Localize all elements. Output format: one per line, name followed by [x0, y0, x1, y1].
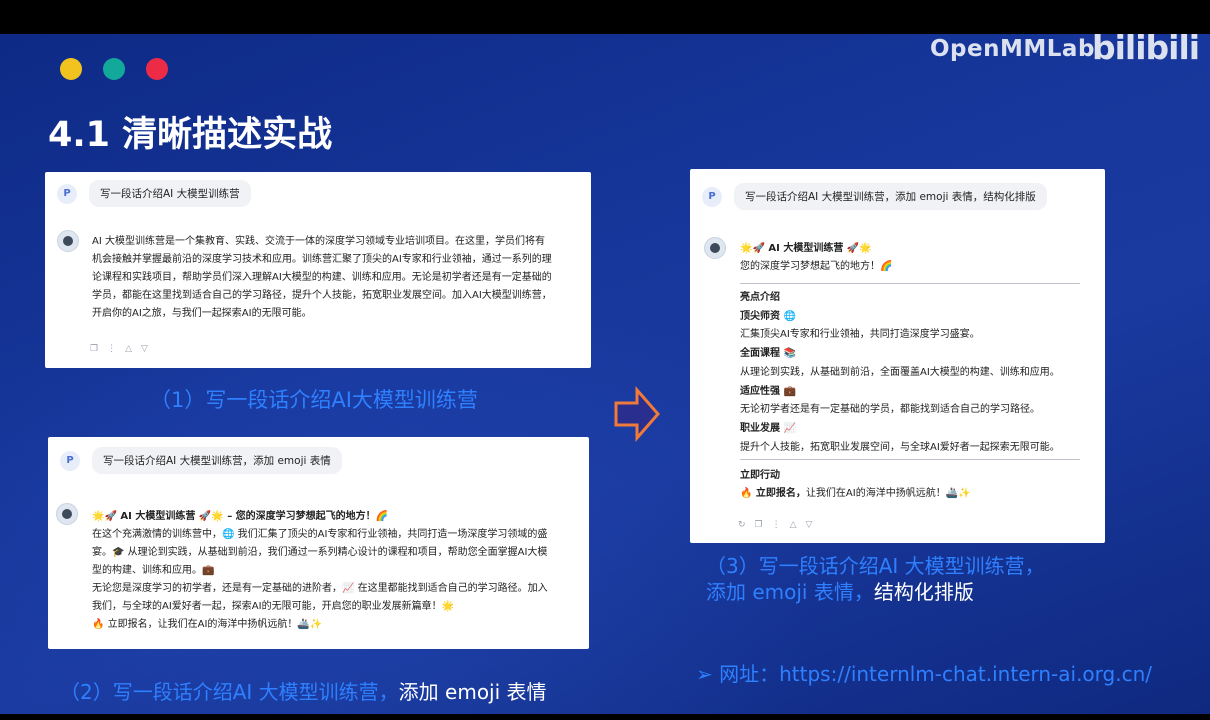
action-line: 🔥 立即报名，让我们在AI的海洋中扬帆远航！🚢✨ [740, 485, 971, 503]
response-line: 论课程和实践项目，帮助学员们深入理解AI大模型的构建、训练和应用。无论是初学者还… [92, 272, 552, 283]
top-letterbox [0, 0, 1210, 34]
response-text: AI 大模型训练营是一个集教育、实践、交流于一体的深度学习领域专业培训项目。在这… [92, 233, 552, 323]
caption-3-line1: （3）写一段话介绍AI 大模型训练营， [706, 554, 1045, 578]
caption-3-main: 添加 emoji 表情， [706, 580, 874, 604]
caption-2: （2）写一段话介绍AI 大模型训练营，添加 emoji 表情 [60, 676, 547, 705]
bot-avatar [57, 230, 79, 252]
highlight-text: 无论初学者还是有一定基础的学员，都能找到适合自己的学习路径。 [740, 404, 1040, 416]
response-line: 机会接触并掌握最前沿的深度学习技术和应用。训练营汇聚了顶尖的AI专家和行业领袖，… [92, 254, 552, 265]
url-line: ➢ 网址：https://internlm-chat.intern-ai.org… [696, 658, 1152, 687]
response-actions: ❐ ⋮ △ ▽ [90, 344, 148, 354]
arrow-right-icon [614, 386, 660, 442]
thumbs-up-icon[interactable]: △ [790, 520, 797, 530]
teal-dot [103, 58, 125, 80]
yellow-dot [60, 58, 82, 80]
prompt-bubble: 写一段话介绍AI 大模型训练营，添加 emoji 表情 [92, 447, 342, 474]
user-prompt-row: P 写一段话介绍AI 大模型训练营，添加 emoji 表情，结构化排版 [702, 183, 1047, 210]
user-prompt-row: P 写一段话介绍AI 大模型训练营 [57, 180, 251, 207]
response-line: 无论您是深度学习的初学者，还是有一定基础的进阶者，📈 在这里都能找到适合自己的学… [92, 583, 548, 594]
brand-logo-text: OpenMMLab [930, 36, 1095, 62]
url-prefix: ➢ 网址： [696, 662, 780, 686]
slide: OpenMMLab bilibili 4.1 清晰描述实战 P 写一段话介绍AI… [0, 34, 1210, 714]
action-bold: 🔥 立即报名， [740, 488, 806, 499]
highlight-title: 适应性强 💼 [740, 385, 796, 397]
highlights-section: 亮点介绍 顶尖师资 🌐 汇集顶尖AI专家和行业领袖，共同打造深度学习盛宴。 全面… [740, 289, 1060, 457]
user-avatar: P [60, 450, 80, 471]
highlight-text: 提升个人技能，拓宽职业发展空间，与全球AI爱好者一起探索无限可能。 [740, 441, 1060, 453]
highlight-title: 职业发展 📈 [740, 422, 796, 434]
section-title: 亮点介绍 [740, 292, 780, 303]
response-actions: ↻ ❐ ⋮ △ ▽ [738, 520, 812, 530]
bot-avatar [56, 503, 78, 525]
chat-card-2: P 写一段话介绍AI 大模型训练营，添加 emoji 表情 🌟🚀 AI 大模型训… [48, 437, 589, 649]
chat-card-3: P 写一段话介绍AI 大模型训练营，添加 emoji 表情，结构化排版 🌟🚀 A… [690, 169, 1105, 543]
response-line: AI 大模型训练营是一个集教育、实践、交流于一体的深度学习领域专业培训项目。在这… [92, 236, 545, 247]
more-icon[interactable]: ⋮ [107, 344, 116, 354]
response-line: 型的构建、训练和应用。💼 [92, 565, 215, 576]
red-dot [146, 58, 168, 80]
thumbs-up-icon[interactable]: △ [125, 344, 132, 354]
copy-icon[interactable]: ❐ [90, 344, 98, 354]
response-line: 宴。🎓 从理论到实践，从基础到前沿，我们通过一系列精心设计的课程和项目，帮助您全… [92, 547, 548, 558]
slide-title: 4.1 清晰描述实战 [48, 115, 333, 155]
user-prompt-row: P 写一段话介绍AI 大模型训练营，添加 emoji 表情 [60, 447, 342, 474]
prompt-bubble: 写一段话介绍AI 大模型训练营，添加 emoji 表情，结构化排版 [734, 183, 1047, 210]
response-line: 我们，与全球的AI爱好者一起，探索AI的无限可能，开启您的职业发展新篇章！🌟 [92, 601, 455, 612]
user-avatar: P [57, 183, 77, 204]
bot-avatar [704, 237, 726, 259]
caption-1: （1）写一段话介绍AI大模型训练营 [150, 388, 478, 412]
response-text: 🌟🚀 AI 大模型训练营 🚀🌟 您的深度学习梦想起飞的地方！🌈 [740, 240, 892, 276]
thumbs-down-icon[interactable]: ▽ [141, 344, 148, 354]
user-avatar: P [702, 186, 722, 207]
action-text: 让我们在AI的海洋中扬帆远航！🚢✨ [805, 488, 971, 499]
bottom-letterbox [0, 714, 1210, 720]
response-line: 在这个充满激情的训练营中，🌐 我们汇集了顶尖的AI专家和行业领袖，共同打造一场深… [92, 529, 548, 540]
divider [740, 283, 1080, 284]
caption-3-highlight: 结构化排版 [873, 580, 974, 604]
response-heading: 🌟🚀 AI 大模型训练营 🚀🌟 [740, 243, 872, 254]
caption-2-highlight: 添加 emoji 表情 [398, 680, 547, 704]
caption-2-main: （2）写一段话介绍AI 大模型训练营， [60, 680, 399, 704]
divider [740, 459, 1080, 460]
watermark-logo: bilibili [1092, 34, 1200, 67]
highlight-text: 汇集顶尖AI专家和行业领袖，共同打造深度学习盛宴。 [740, 329, 980, 341]
copy-icon[interactable]: ❐ [755, 520, 763, 530]
more-icon[interactable]: ⋮ [772, 520, 781, 530]
response-line: 🔥 立即报名，让我们在AI的海洋中扬帆远航！🚢✨ [92, 619, 323, 630]
highlight-title: 全面课程 📚 [740, 348, 796, 360]
response-subheading: 您的深度学习梦想起飞的地方！🌈 [740, 261, 893, 272]
action-section: 立即行动 🔥 立即报名，让我们在AI的海洋中扬帆远航！🚢✨ [740, 467, 971, 503]
highlight-title: 顶尖师资 🌐 [740, 310, 796, 322]
response-line: 学员，都能在这里找到适合自己的学习路径，提升个人技能，拓宽职业发展空间。加入AI… [92, 290, 552, 301]
response-line: 🌟🚀 AI 大模型训练营 🚀🌟 – 您的深度学习梦想起飞的地方！🌈 [92, 511, 389, 522]
response-text: 🌟🚀 AI 大模型训练营 🚀🌟 – 您的深度学习梦想起飞的地方！🌈 在这个充满激… [92, 508, 548, 634]
url-link[interactable]: https://internlm-chat.intern-ai.org.cn/ [779, 662, 1152, 686]
caption-3-line2: 添加 emoji 表情，结构化排版 [706, 576, 974, 605]
thumbs-down-icon[interactable]: ▽ [806, 520, 813, 530]
action-title: 立即行动 [740, 470, 780, 481]
refresh-icon[interactable]: ↻ [738, 520, 746, 530]
highlight-text: 从理论到实践，从基础到前沿，全面覆盖AI大模型的构建、训练和应用。 [740, 366, 1060, 378]
chat-card-1: P 写一段话介绍AI 大模型训练营 AI 大模型训练营是一个集教育、实践、交流于… [45, 172, 591, 368]
prompt-bubble: 写一段话介绍AI 大模型训练营 [89, 180, 251, 207]
response-line: 开启你的AI之旅，与我们一起探索AI的无限可能。 [92, 308, 312, 319]
